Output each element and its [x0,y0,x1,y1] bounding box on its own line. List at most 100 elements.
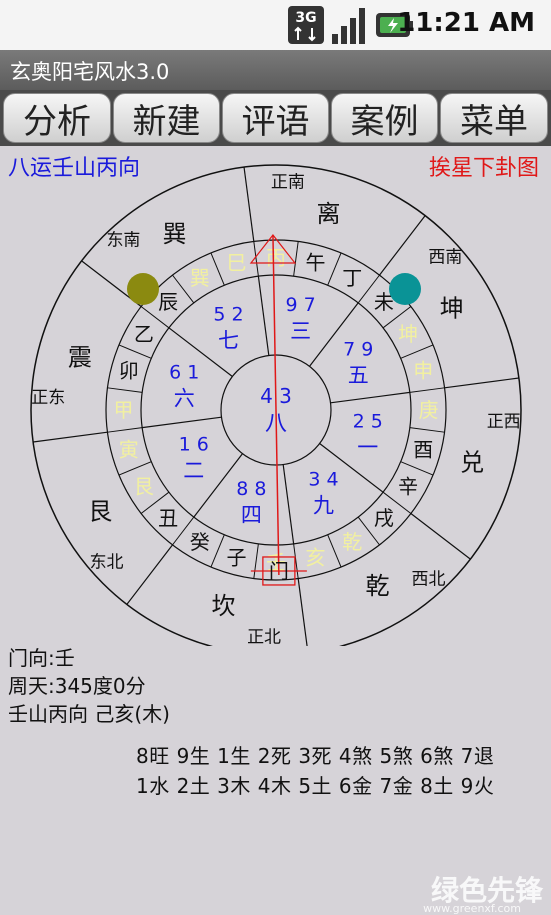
trigram-label: 离 [317,200,341,228]
title-bar: 玄奥阳宅风水3.0 [0,50,551,90]
tab-analyze[interactable]: 分析 [3,93,111,143]
mountain-label: 甲 [114,398,134,422]
3g-data-icon: 3G [288,6,324,44]
chart-area: 八运壬山丙向 挨星下卦图 丙午丁未坤申庚酉辛戌乾亥壬子癸丑艮寅甲卯乙辰巽巳离坤兑… [0,146,551,915]
tab-cases[interactable]: 案例 [331,93,438,143]
degree-text: 周天:345度0分 [8,674,146,698]
mountain-label: 酉 [413,437,433,461]
mountain-divider [118,461,152,476]
mountain-divider [107,427,143,433]
mountain-label: 寅 [119,437,139,461]
door-label: 门 [269,559,289,583]
palace-stars: 8 8 [236,478,266,500]
palace-stars: 2 5 [353,411,383,433]
mountain-label: 坤 [398,322,418,346]
mountain-divider [327,252,342,286]
mountain-divider [409,387,445,393]
mountain-divider [118,344,152,359]
mountain-label: 卯 [119,359,139,383]
direction-label: 东北 [90,553,124,573]
palace-stars: 1 6 [179,434,209,456]
palace-divider [142,416,222,429]
tab-new[interactable]: 新建 [113,93,220,143]
trigram-label: 坤 [440,295,464,323]
palace-base-star: 一 [357,436,378,460]
sector-divider [126,544,173,605]
mountain-label: 乾 [342,530,362,554]
feng-shui-compass[interactable]: 丙午丁未坤申庚酉辛戌乾亥壬子癸丑艮寅甲卯乙辰巽巳离坤兑乾坎艮震巽正南西南正西西北… [0,146,551,646]
app-title: 玄奥阳宅风水3.0 [10,60,170,84]
mountain-divider [107,387,143,393]
mountain-label: 巳 [227,251,247,275]
palace-stars: 5 2 [213,304,243,326]
palace-stars: 9 7 [285,294,315,316]
palace-divider [257,276,270,356]
mountain-label: 辛 [398,474,418,498]
palace-base-star: 三 [290,319,311,343]
mountain-label: 丁 [342,266,362,290]
mountain-label: 亥 [305,545,325,569]
palace-stars: 7 9 [343,339,373,361]
mountain-label: 丑 [158,506,178,530]
palace-base-star: 二 [183,459,204,483]
direction-label: 正西 [487,412,521,432]
palace-base-star: 九 [313,493,334,517]
direction-label: 正东 [31,388,65,408]
trigram-label: 乾 [366,572,390,600]
mountain-divider [210,252,225,286]
mountain-label: 乙 [134,322,154,346]
trigram-label: 巽 [163,220,187,248]
mountain-label: 丙 [266,246,286,270]
clock: 11:21 AM [397,8,535,38]
mountain-divider [293,241,299,277]
star-status-legend: 8旺 9生 1生 2死 3死 4煞 5煞 6煞 7退 [136,744,495,768]
sector-divider [243,167,255,242]
sector-divider [297,578,308,646]
palace-base-star: 五 [348,364,369,388]
trigram-label: 兑 [460,449,484,477]
tab-menu[interactable]: 菜单 [440,93,548,143]
palace-stars: 3 4 [308,468,338,490]
palace-base-star: 七 [218,329,239,353]
mountain-divider [400,461,434,476]
indicator-dot-left [127,273,159,305]
mountain-divider [409,427,445,433]
palace-divider [330,391,410,404]
mountain-label: 庚 [419,398,439,422]
sector-divider [410,513,471,560]
watermark-url: www.greenxf.com [423,902,521,915]
palace-stars: 6 1 [169,361,199,383]
direction-label: 西南 [428,247,462,267]
sector-divider [379,215,426,276]
direction-label: 西北 [412,569,446,589]
mountain-label: 戌 [374,506,394,530]
mountain-year-text: 壬山丙向 己亥(木) [8,702,170,726]
trigram-label: 坎 [211,592,235,620]
trigram-label: 震 [68,343,92,371]
direction-label: 正北 [247,628,281,646]
mountain-label: 癸 [190,530,210,554]
mountain-divider [400,344,434,359]
tab-comments[interactable]: 评语 [222,93,329,143]
tab-bar: 分析 新建 评语 案例 菜单 [0,90,551,146]
status-bar: 3G 11:21 AM [0,0,551,50]
palace-divider [282,464,295,544]
direction-label: 东南 [106,231,140,251]
mountain-label: 申 [413,359,433,383]
mountain-divider [327,534,342,568]
direction-label: 正南 [271,172,305,192]
mountain-label: 巽 [190,266,210,290]
mountain-label: 辰 [158,290,178,314]
sector-divider [444,377,519,389]
star-element-legend: 1水 2土 3木 4木 5土 6金 7金 8土 9火 [136,774,495,798]
palace-base-star: 四 [241,503,262,527]
mountain-label: 子 [227,545,247,569]
mountain-label: 午 [305,251,325,275]
trigram-label: 艮 [88,498,112,526]
mountain-divider [210,534,225,568]
indicator-dot-right [389,273,421,305]
mountain-divider [253,543,259,579]
signal-strength-icon [331,6,367,44]
svg-text:3G: 3G [295,10,316,26]
door-direction-text: 门向:壬 [8,646,75,670]
